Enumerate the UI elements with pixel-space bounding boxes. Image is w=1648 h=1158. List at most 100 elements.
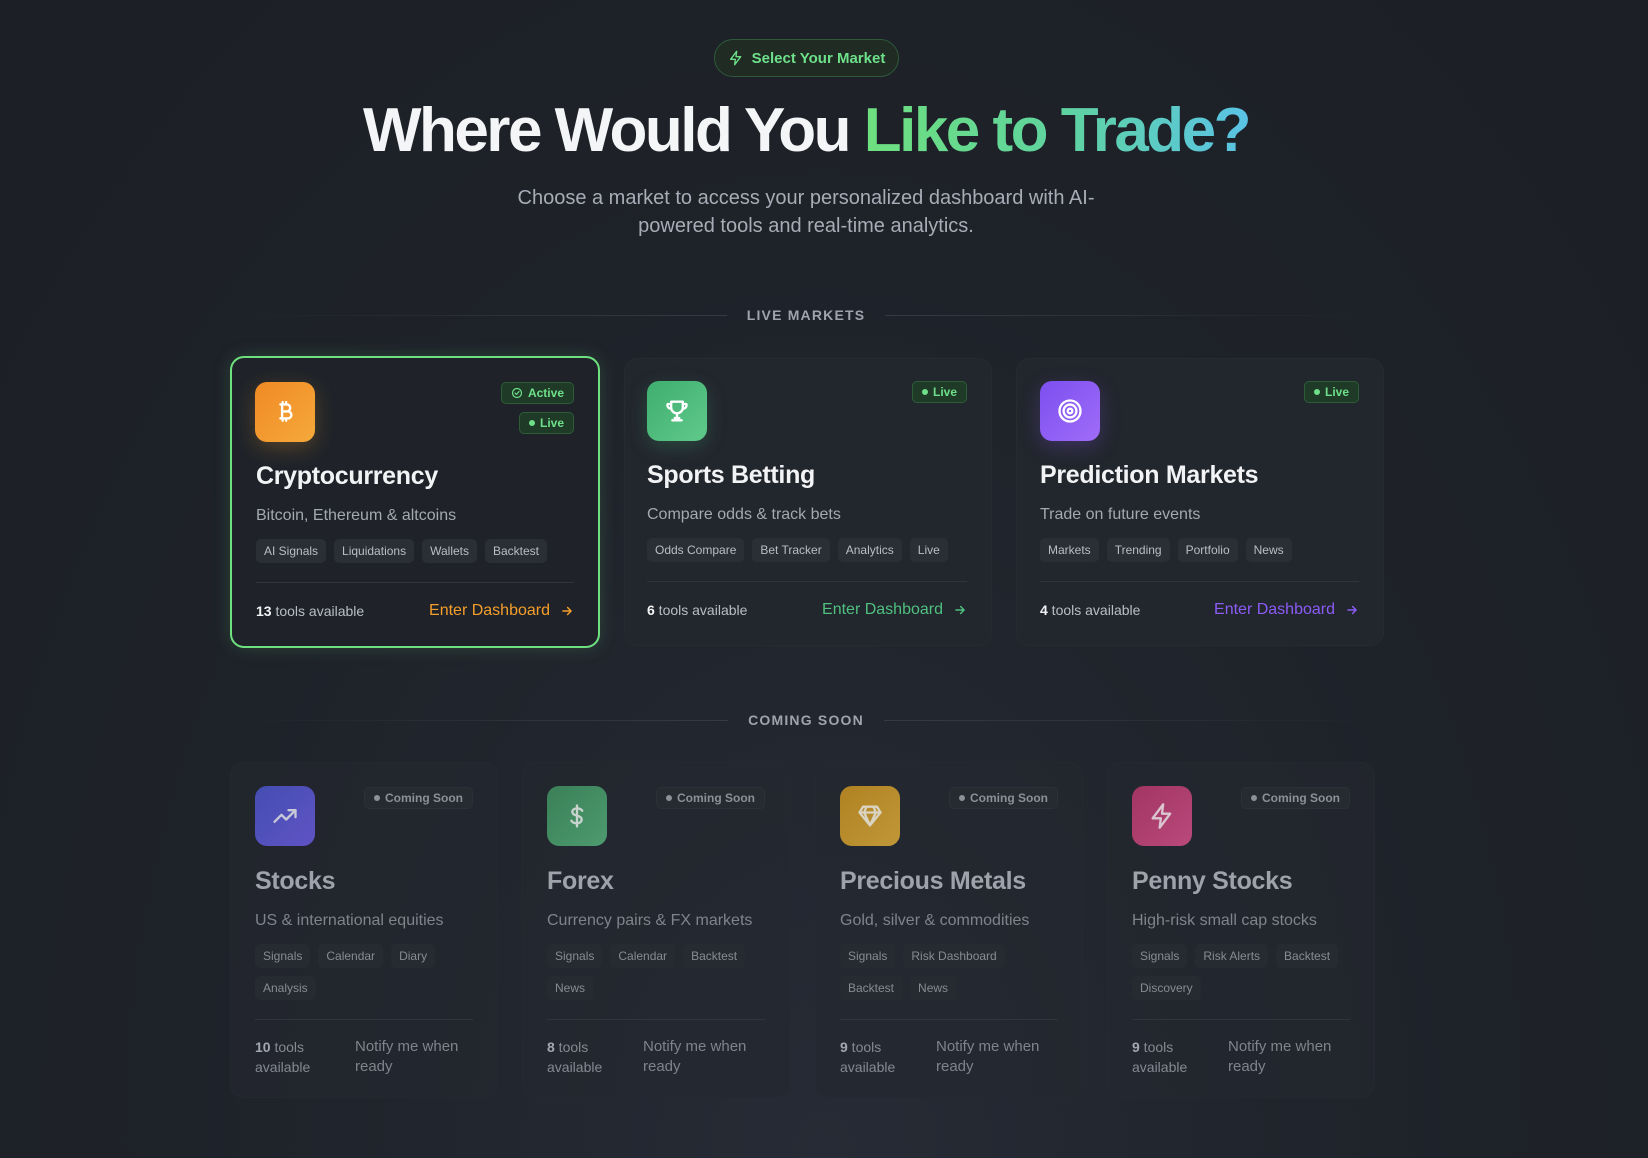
- notify-me-link[interactable]: Notify me when ready: [643, 1037, 763, 1077]
- market-card-cryptocurrency[interactable]: Active Live Cryptocurrency Bitcoin, Ethe…: [230, 356, 600, 648]
- tool-tag: Backtest: [683, 944, 746, 968]
- tag-list: Signals Calendar Backtest News: [547, 944, 767, 1000]
- notify-me-link[interactable]: Notify me when ready: [1228, 1037, 1348, 1077]
- live-badge: Live: [911, 381, 967, 403]
- page-subtitle: Choose a market to access your personali…: [517, 187, 1095, 237]
- divider: [547, 1019, 765, 1020]
- tool-tag: Liquidations: [334, 539, 415, 563]
- tool-tag: News: [1245, 538, 1292, 562]
- tools-number: 9: [1132, 1039, 1140, 1055]
- market-card-penny-stocks: Coming Soon Penny Stocks High-risk small…: [1107, 762, 1375, 1098]
- tool-tag: Trending: [1106, 538, 1170, 562]
- market-icon-box: [1132, 786, 1192, 846]
- card-title: Cryptocurrency: [256, 462, 438, 490]
- title-plain: Where Would You: [362, 96, 864, 165]
- market-card-sports-betting[interactable]: Live Sports Betting Compare odds & track…: [624, 358, 992, 646]
- tools-label: tools available: [840, 1039, 896, 1075]
- market-icon-box: [255, 382, 315, 442]
- divider: [230, 314, 727, 316]
- tool-tag: Calendar: [610, 944, 676, 968]
- tools-label: tools available: [1047, 602, 1141, 618]
- lightning-icon: [729, 50, 741, 66]
- notify-me-link[interactable]: Notify me when ready: [936, 1037, 1056, 1077]
- cta-label: Enter Dashboard: [1214, 601, 1335, 618]
- tools-count: 6 tools available: [647, 602, 747, 618]
- tool-tag: News: [547, 976, 594, 1000]
- notify-me-link[interactable]: Notify me when ready: [355, 1037, 475, 1077]
- tool-tag: Risk Dashboard: [903, 944, 1005, 968]
- tool-tag: Signals: [1132, 944, 1188, 968]
- badge-label: Live: [932, 385, 957, 399]
- tool-tag: AI Signals: [256, 539, 327, 563]
- enter-dashboard-link[interactable]: Enter Dashboard: [1214, 601, 1359, 619]
- tag-list: AI Signals Liquidations Wallets Backtest: [256, 539, 548, 563]
- coming-soon-badge: Coming Soon: [1241, 787, 1350, 809]
- check-circle-icon: [511, 387, 523, 399]
- tool-tag: Risk Alerts: [1195, 944, 1269, 968]
- diamond-icon: [858, 805, 882, 827]
- card-description: High-risk small cap stocks: [1132, 912, 1317, 929]
- status-dot: [1313, 389, 1320, 395]
- title-highlight: Like to Trade?: [863, 96, 1252, 165]
- divider: [230, 719, 729, 721]
- coming-soon-badge: Coming Soon: [949, 787, 1058, 809]
- select-market-pill: Select Your Market: [714, 39, 899, 77]
- arrow-right-icon: [955, 605, 965, 615]
- tools-label: tools available: [1132, 1039, 1188, 1075]
- tool-tag: Analytics: [837, 538, 902, 562]
- tool-tag: Portfolio: [1177, 538, 1238, 562]
- live-badge: Live: [1303, 381, 1359, 403]
- bitcoin-icon: [279, 400, 293, 422]
- tools-label: tools available: [547, 1039, 603, 1075]
- tag-list: Odds Compare Bet Tracker Analytics Live: [647, 538, 948, 562]
- enter-dashboard-link[interactable]: Enter Dashboard: [429, 602, 574, 620]
- tools-count: 13 tools available: [256, 603, 364, 619]
- market-selector-page: Select Your Market Where Would You Like …: [0, 0, 1648, 1158]
- cta-label: Enter Dashboard: [429, 602, 550, 619]
- tool-tag: Markets: [1040, 538, 1099, 562]
- market-card-forex: Coming Soon Forex Currency pairs & FX ma…: [522, 762, 790, 1098]
- live-badge: Live: [518, 412, 574, 434]
- card-description: US & international equities: [255, 912, 444, 929]
- arrow-right-icon: [562, 606, 572, 616]
- divider: [1132, 1019, 1350, 1020]
- tool-tag: Wallets: [422, 539, 477, 563]
- status-dot: [528, 420, 535, 426]
- lightning-icon: [1151, 803, 1172, 829]
- market-icon-box: [255, 786, 315, 846]
- tag-list: Signals Calendar Diary Analysis: [255, 944, 475, 1000]
- section-label: COMING SOON: [748, 712, 864, 728]
- cta-label: Enter Dashboard: [822, 601, 943, 618]
- tool-tag: Diary: [391, 944, 436, 968]
- tool-tag: Signals: [840, 944, 896, 968]
- badge-label: Coming Soon: [677, 791, 755, 805]
- card-description: Compare odds & track bets: [647, 506, 841, 523]
- tools-count: 8 tools available: [547, 1037, 617, 1077]
- tools-number: 4: [1040, 602, 1048, 618]
- enter-dashboard-link[interactable]: Enter Dashboard: [822, 601, 967, 619]
- tool-tag: Calendar: [318, 944, 384, 968]
- card-title: Forex: [547, 867, 614, 895]
- coming-soon-badge: Coming Soon: [656, 787, 765, 809]
- card-title: Prediction Markets: [1040, 461, 1259, 489]
- coming-soon-badge: Coming Soon: [364, 787, 473, 809]
- market-card-prediction-markets[interactable]: Live Prediction Markets Trade on future …: [1016, 358, 1384, 646]
- card-title: Sports Betting: [647, 461, 816, 489]
- tools-count: 9 tools available: [840, 1037, 910, 1077]
- section-label: LIVE MARKETS: [746, 307, 866, 323]
- card-description: Bitcoin, Ethereum & altcoins: [256, 507, 457, 524]
- target-icon: [1058, 399, 1082, 423]
- tool-tag: Signals: [547, 944, 603, 968]
- badge-label: Live: [1324, 385, 1349, 399]
- live-markets-heading: LIVE MARKETS: [230, 305, 1383, 325]
- tag-list: Markets Trending Portfolio News: [1040, 538, 1292, 562]
- tools-label: tools available: [654, 602, 748, 618]
- divider: [840, 1019, 1058, 1020]
- market-icon-box: [547, 786, 607, 846]
- status-dot: [921, 389, 928, 395]
- market-card-stocks: Coming Soon Stocks US & international eq…: [230, 762, 498, 1098]
- tool-tag: Odds Compare: [647, 538, 745, 562]
- tools-number: 13: [256, 603, 272, 619]
- tool-tag: Backtest: [840, 976, 903, 1000]
- tag-list: Signals Risk Dashboard Backtest News: [840, 944, 1060, 1000]
